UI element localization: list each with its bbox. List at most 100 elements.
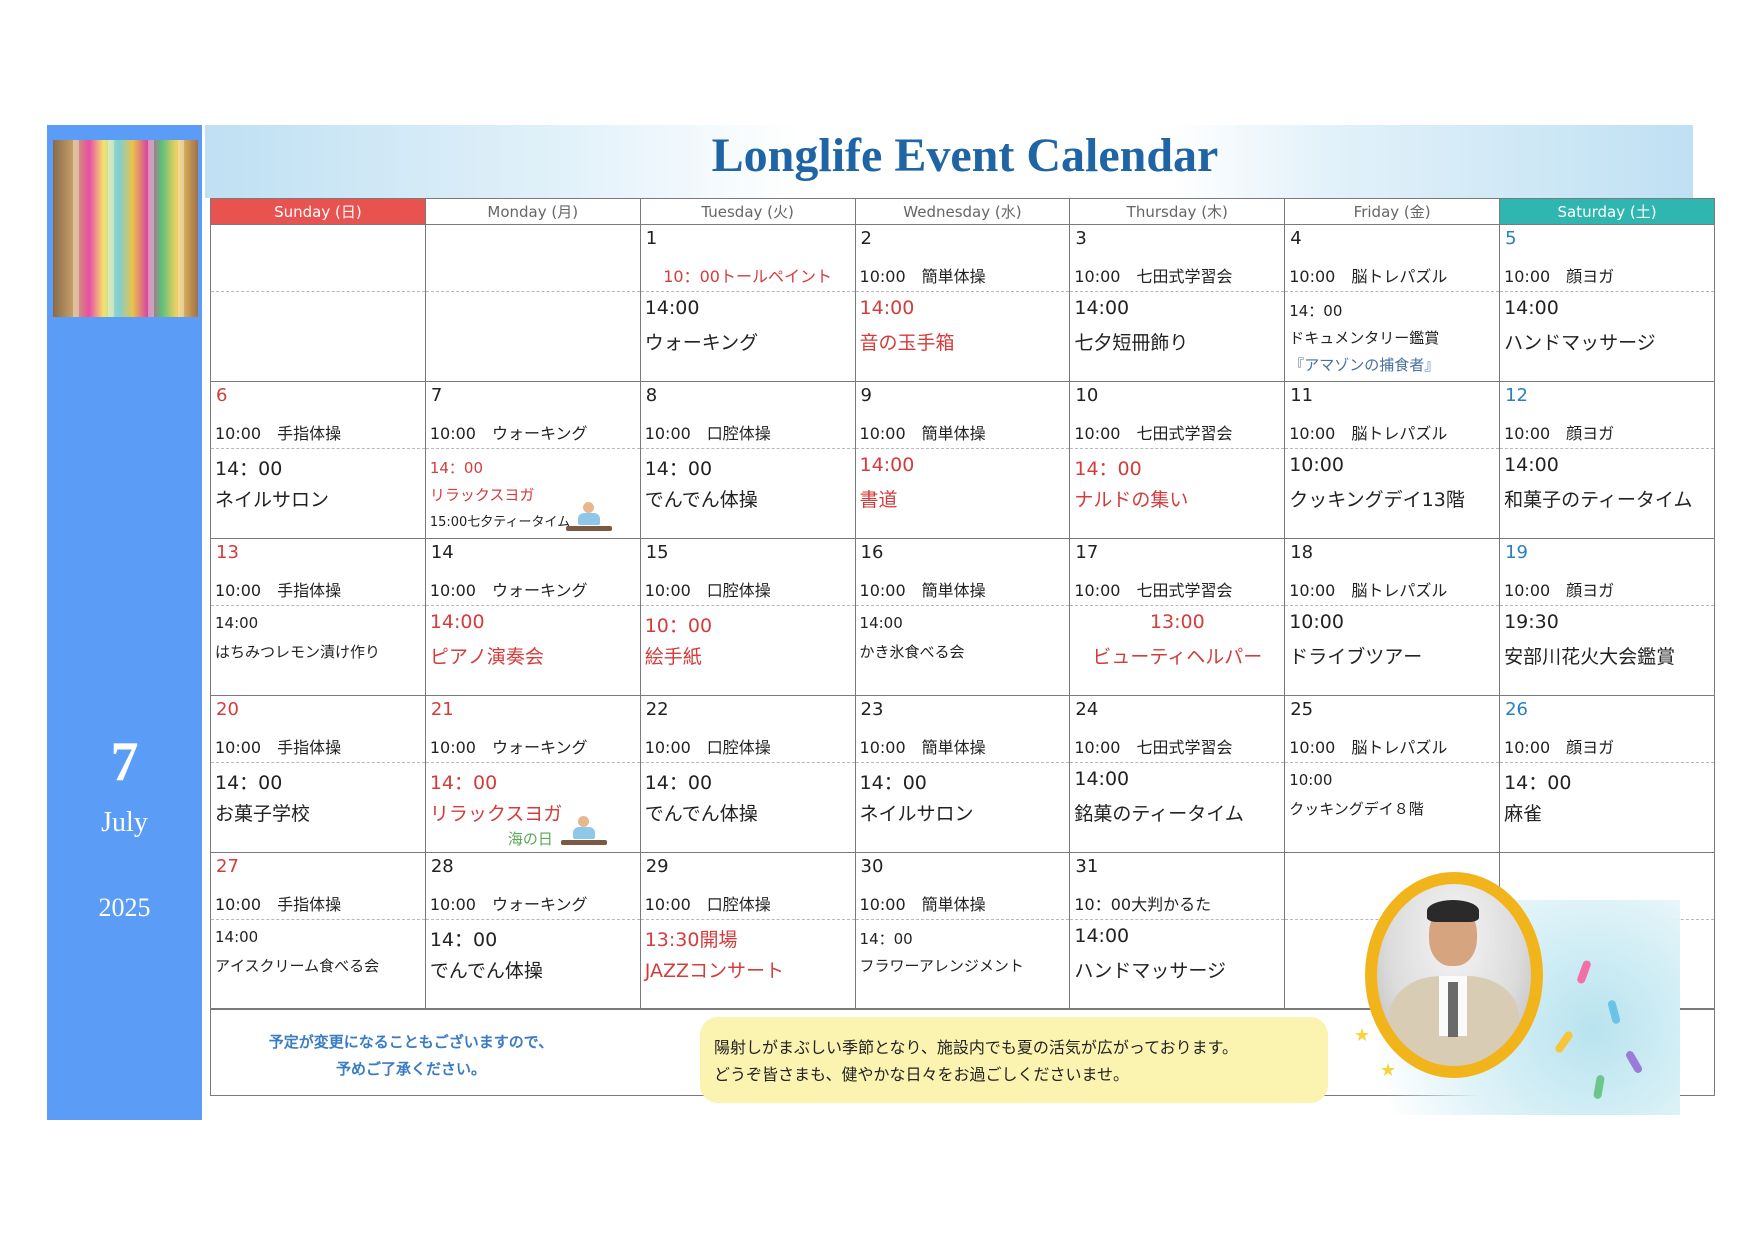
- morning-event: 10:00 手指体操: [215, 738, 342, 757]
- morning-event: 10:00 ウォーキング: [429, 895, 588, 914]
- afternoon-time: 14：00: [1504, 772, 1572, 794]
- afternoon-time: 14:00: [1504, 454, 1559, 476]
- day-cell: 18 10:00 脳トレパズル 10:00 ドライブツアー: [1284, 538, 1501, 696]
- morning-event: 10:00 七田式学習会: [1074, 424, 1233, 443]
- day-cell: 9 10:00 簡単体操 14:00 書道: [854, 381, 1071, 539]
- cell-divider: [425, 919, 640, 920]
- day-number: 16: [860, 542, 884, 563]
- day-cell: 16 10:00 簡単体操 14:00 かき氷食べる会: [854, 538, 1071, 696]
- day-cell: 22 10:00 口腔体操 14：00 でんでん体操: [639, 695, 856, 853]
- morning-event: 10:00 口腔体操: [644, 424, 771, 443]
- morning-event: 10:00 手指体操: [215, 581, 342, 600]
- message-line-1: 陽射しがまぶしい季節となり、施設内でも夏の活気が広がっております。: [714, 1038, 1239, 1057]
- message-bubble: 陽射しがまぶしい季節となり、施設内でも夏の活気が広がっております。 どうぞ皆さま…: [700, 1017, 1328, 1103]
- cell-divider: [425, 605, 640, 606]
- day-number: 6: [216, 385, 228, 406]
- extra-event: 15:00七夕ティータイム: [429, 515, 571, 530]
- extra-event: 『アマゾンの捕食者』: [1289, 356, 1440, 374]
- cell-divider: [1070, 291, 1285, 292]
- header-saturday: Saturday (土): [1499, 198, 1715, 225]
- week-row: 20 10:00 手指体操 14：00 お菓子学校 21 10:00 ウォーキング 14：0…: [210, 695, 1715, 853]
- day-number: 8: [645, 385, 658, 406]
- morning-event: 10:00 簡単体操: [859, 424, 986, 443]
- header-friday: Friday (金): [1284, 198, 1501, 225]
- afternoon-event: ウォーキング: [644, 332, 759, 354]
- header-tuesday: Tuesday (火): [639, 198, 856, 225]
- morning-event: 10:00 簡単体操: [859, 738, 986, 757]
- afternoon-time: 10：00: [644, 615, 713, 637]
- day-cell: 2 10:00 簡単体操 14:00 音の玉手箱: [854, 224, 1071, 382]
- cell-divider: [1070, 919, 1285, 920]
- afternoon-event: ビューティヘルパー: [1092, 646, 1263, 668]
- cell-divider: [855, 762, 1070, 763]
- cell-divider: [1500, 291, 1714, 292]
- morning-event: 10:00 脳トレパズル: [1289, 581, 1448, 600]
- day-cell: 19 10:00 顔ヨガ 19:30 安部川花火大会鑑賞: [1499, 538, 1715, 696]
- day-number: 19: [1505, 542, 1528, 563]
- cell-divider: [640, 448, 855, 449]
- cell-divider: [1070, 762, 1285, 763]
- afternoon-time: 14:00: [644, 297, 700, 319]
- day-cell: 28 10:00 ウォーキング 14：00 でんでん体操: [424, 852, 641, 1010]
- afternoon-time: 14：00: [644, 458, 713, 480]
- weekday-header-row: Sunday (日) Monday (月) Tuesday (火) Wednes…: [210, 198, 1715, 225]
- cell-divider: [1500, 605, 1714, 606]
- morning-event: 10：00大判かるた: [1074, 895, 1212, 914]
- cell-divider: [211, 762, 425, 763]
- afternoon-event: 音の玉手箱: [859, 332, 955, 354]
- staff-portrait: [1377, 884, 1531, 1066]
- afternoon-event: JAZZコンサート: [644, 960, 784, 982]
- morning-event: 10:00 脳トレパズル: [1289, 424, 1448, 443]
- cell-divider: [855, 448, 1070, 449]
- afternoon-event: ネイルサロン: [859, 803, 974, 825]
- day-cell: 1 10：00トールペイント 14:00 ウォーキング: [639, 224, 856, 382]
- day-cell: 30 10:00 簡単体操 14：00 フラワーアレンジメント: [854, 852, 1071, 1010]
- day-cell: 5 10:00 顔ヨガ 14:00 ハンドマッサージ: [1499, 224, 1715, 382]
- day-cell: 29 10:00 口腔体操 13:30開場 JAZZコンサート: [639, 852, 856, 1010]
- morning-event: 10：00トールペイント: [663, 267, 832, 286]
- morning-event: 10:00 ウォーキング: [429, 581, 588, 600]
- afternoon-event: 麻雀: [1504, 803, 1543, 825]
- day-number: 27: [216, 856, 239, 877]
- day-number: 3: [1075, 228, 1087, 249]
- month-number: 7: [110, 731, 139, 793]
- afternoon-event: 絵手紙: [644, 646, 702, 668]
- afternoon-time: 13:30開場: [644, 929, 738, 951]
- morning-event: 10:00 手指体操: [215, 895, 342, 914]
- day-number: 7: [430, 385, 443, 406]
- day-cell: 23 10:00 簡単体操 14：00 ネイルサロン: [854, 695, 1071, 853]
- afternoon-event: クッキングデイ13階: [1289, 489, 1465, 511]
- cell-divider: [1070, 448, 1285, 449]
- cell-divider: [1285, 605, 1500, 606]
- day-cell: 13 10:00 手指体操 14:00 はちみつレモン漬け作り: [210, 538, 426, 696]
- afternoon-event: でんでん体操: [429, 960, 543, 982]
- afternoon-time: 14:00: [215, 928, 259, 946]
- afternoon-event: でんでん体操: [644, 803, 758, 825]
- afternoon-time: 14：00: [1074, 458, 1142, 480]
- day-cell: 4 10:00 脳トレパズル 14：00 ドキュメンタリー鑑賞 『アマゾンの捕食者』: [1284, 224, 1501, 382]
- day-number: 17: [1075, 542, 1099, 563]
- afternoon-time: 14：00: [429, 459, 484, 477]
- day-cell: 12 10:00 顔ヨガ 14:00 和菓子のティータイム: [1499, 381, 1715, 539]
- week-row: 1 10：00トールペイント 14:00 ウォーキング 2 10:00 簡単体操 14:00…: [210, 224, 1715, 382]
- yoga-icon: [560, 816, 607, 846]
- day-cell: 24 10:00 七田式学習会 14:00 銘菓のティータイム: [1069, 695, 1286, 853]
- afternoon-time: 14：00: [215, 458, 283, 480]
- day-number: 5: [1505, 228, 1517, 249]
- day-number: 11: [1290, 385, 1314, 406]
- day-number: 29: [645, 856, 669, 877]
- afternoon-event: でんでん体操: [644, 489, 758, 511]
- afternoon-event: ナルドの集い: [1074, 489, 1189, 511]
- morning-event: 10:00 ウォーキング: [429, 738, 588, 757]
- afternoon-event: ネイルサロン: [215, 489, 330, 511]
- day-cell: 14 10:00 ウォーキング 14:00 ピアノ演奏会: [424, 538, 641, 696]
- afternoon-event: ハンドマッサージ: [1074, 960, 1226, 982]
- day-cell: 7 10:00 ウォーキング 14：00 リラックスヨガ 15:00七夕ティータイム: [424, 381, 641, 539]
- day-number: 15: [645, 542, 669, 563]
- day-number: 30: [860, 856, 884, 877]
- afternoon-event: 安部川花火大会鑑賞: [1504, 646, 1676, 668]
- morning-event: 10:00 顔ヨガ: [1504, 581, 1615, 600]
- afternoon-time: 10:00: [1289, 611, 1344, 633]
- morning-event: 10:00 口腔体操: [644, 581, 771, 600]
- afternoon-event: リラックスヨガ: [429, 486, 535, 504]
